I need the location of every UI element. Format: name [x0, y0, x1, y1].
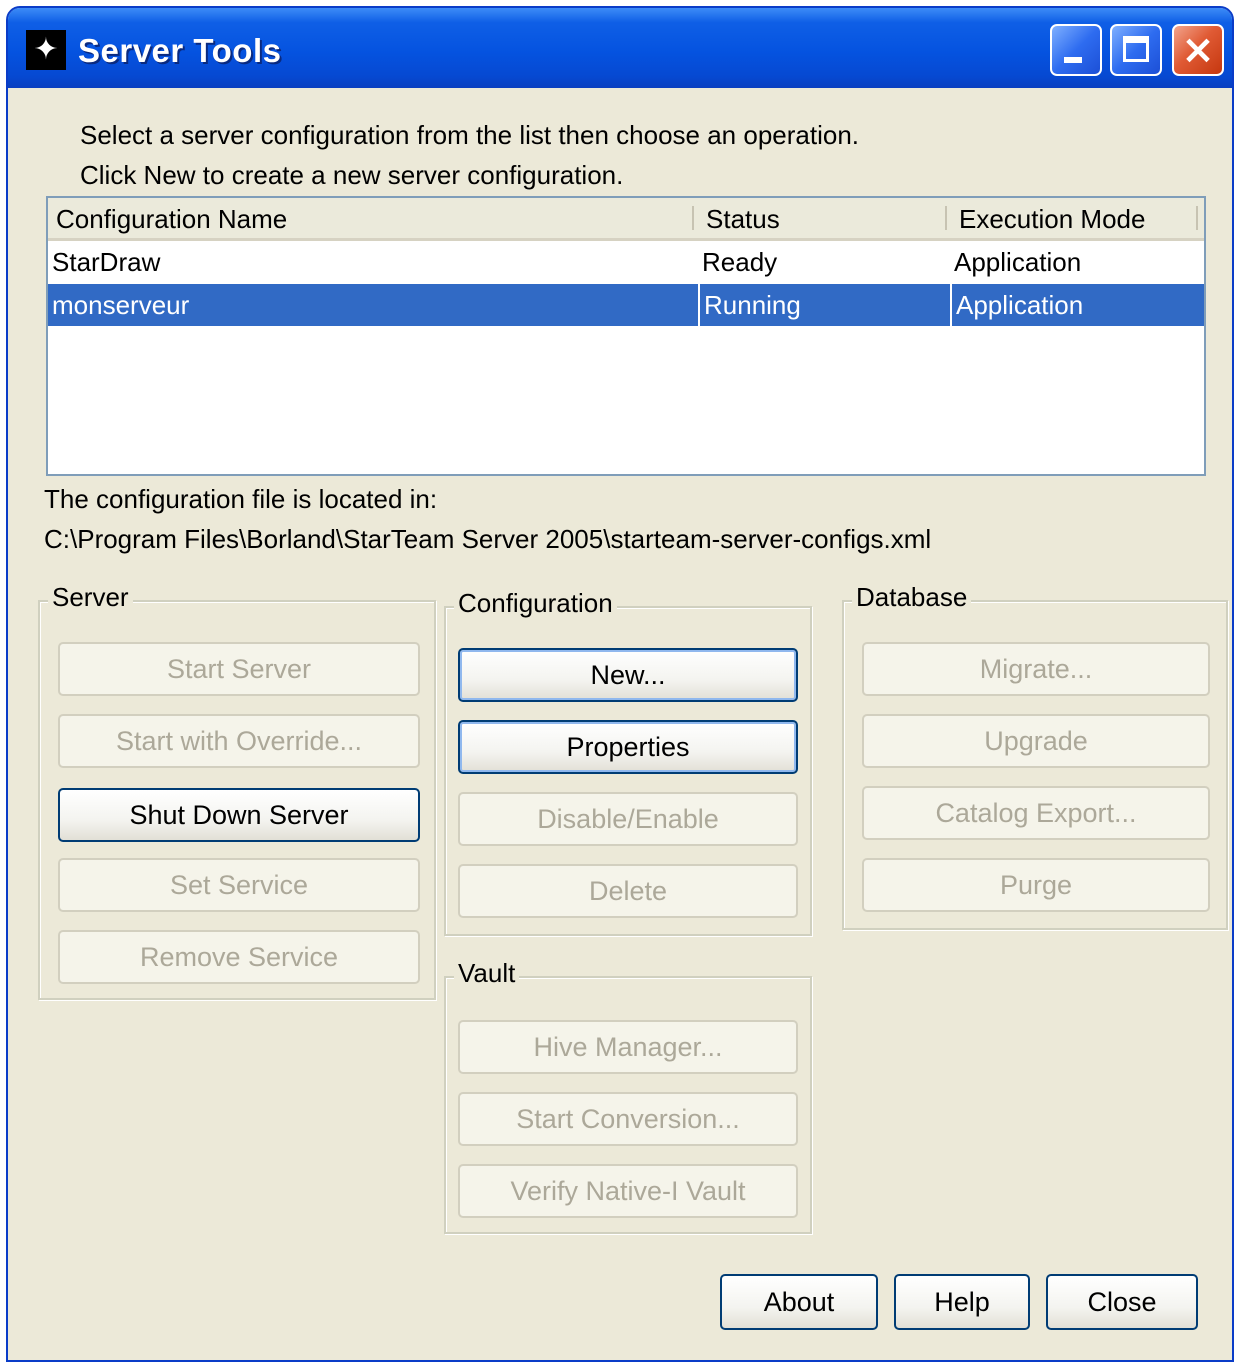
instruction-line-2: Click New to create a new server configu… [80, 160, 624, 190]
cell-configuration-name: StarDraw [52, 247, 161, 277]
verify-native-vault-button[interactable]: Verify Native-I Vault [458, 1164, 798, 1218]
vault-group-legend: Vault [454, 958, 520, 989]
maximize-icon [1123, 36, 1149, 62]
server-config-table[interactable]: Configuration Name Status Execution Mode… [46, 196, 1206, 476]
migrate-button[interactable]: Migrate... [862, 642, 1210, 696]
minimize-icon [1064, 57, 1082, 63]
cell-execution-mode: Application [954, 247, 1082, 277]
delete-button[interactable]: Delete [458, 864, 798, 918]
close-window-button[interactable]: × [1172, 24, 1224, 76]
close-button[interactable]: Close [1046, 1274, 1198, 1330]
maximize-button[interactable] [1110, 24, 1162, 76]
cell-status: Ready [702, 247, 778, 277]
vault-group: Vault Hive Manager... Start Conversion..… [444, 958, 812, 1234]
column-header-status[interactable]: Status [698, 198, 948, 238]
database-group: Database Migrate... Upgrade Catalog Expo… [842, 582, 1228, 930]
remove-service-button[interactable]: Remove Service [58, 930, 420, 984]
new-configuration-button[interactable]: New... [458, 648, 798, 702]
column-header-configuration-name[interactable]: Configuration Name [48, 198, 698, 238]
table-row-selected[interactable]: monserveur Running Application [48, 284, 1204, 326]
about-button[interactable]: About [720, 1274, 878, 1330]
cell-execution-mode: Application [950, 284, 1202, 326]
cell-configuration-name: monserveur [52, 290, 190, 320]
purge-button[interactable]: Purge [862, 858, 1210, 912]
column-divider[interactable] [692, 206, 694, 230]
set-service-button[interactable]: Set Service [58, 858, 420, 912]
window-title: Server Tools [78, 32, 282, 69]
instruction-line-1: Select a server configuration from the l… [80, 120, 859, 150]
config-file-label: The configuration file is located in: [44, 484, 438, 514]
catalog-export-button[interactable]: Catalog Export... [862, 786, 1210, 840]
properties-button[interactable]: Properties [458, 720, 798, 774]
cell-status: Running [698, 284, 950, 326]
table-row[interactable]: StarDraw Ready Application [48, 241, 1204, 283]
server-group-legend: Server [48, 582, 133, 613]
column-divider[interactable] [945, 206, 947, 230]
server-tools-window: ✦ Server Tools × Select a server configu… [6, 6, 1234, 1362]
server-group: Server Start Server Start with Override.… [38, 582, 436, 1000]
help-button[interactable]: Help [894, 1274, 1030, 1330]
start-with-override-button[interactable]: Start with Override... [58, 714, 420, 768]
title-bar[interactable]: ✦ Server Tools × [8, 8, 1232, 88]
database-group-legend: Database [852, 582, 972, 613]
close-icon: × [1181, 27, 1215, 73]
config-file-path: C:\Program Files\Borland\StarTeam Server… [44, 524, 932, 554]
upgrade-button[interactable]: Upgrade [862, 714, 1210, 768]
column-divider[interactable] [1196, 206, 1198, 230]
minimize-button[interactable] [1050, 24, 1102, 76]
shut-down-server-button[interactable]: Shut Down Server [58, 788, 420, 842]
configuration-group: Configuration New... Properties Disable/… [444, 588, 812, 936]
configuration-group-legend: Configuration [454, 588, 617, 619]
start-server-button[interactable]: Start Server [58, 642, 420, 696]
column-header-execution-mode[interactable]: Execution Mode [951, 198, 1201, 238]
start-conversion-button[interactable]: Start Conversion... [458, 1092, 798, 1146]
star-icon: ✦ [26, 30, 66, 70]
table-header: Configuration Name Status Execution Mode [48, 198, 1204, 241]
disable-enable-button[interactable]: Disable/Enable [458, 792, 798, 846]
hive-manager-button[interactable]: Hive Manager... [458, 1020, 798, 1074]
